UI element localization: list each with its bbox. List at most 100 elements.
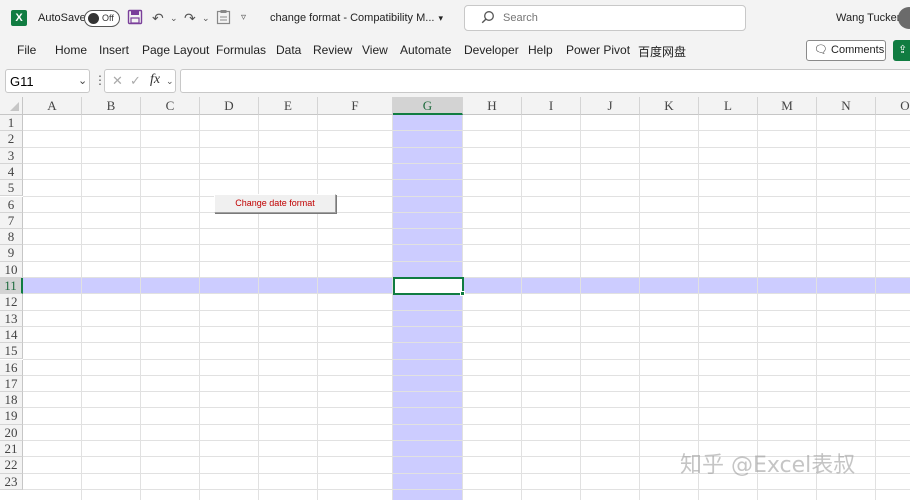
change-date-format-button[interactable]: Change date format bbox=[214, 194, 336, 213]
tab-help[interactable]: Help bbox=[528, 43, 553, 57]
excel-app-icon: X bbox=[11, 10, 27, 26]
row-header-10[interactable]: 10 bbox=[0, 261, 23, 278]
column-header-j[interactable]: J bbox=[581, 97, 640, 115]
row-header-15[interactable]: 15 bbox=[0, 343, 23, 360]
tab-file[interactable]: File bbox=[17, 43, 36, 57]
gridline-vertical bbox=[392, 115, 393, 500]
search-icon bbox=[481, 10, 495, 27]
gridline-horizontal bbox=[23, 195, 910, 197]
column-header-d[interactable]: D bbox=[200, 97, 259, 115]
tab-baidu-netdisk[interactable]: 百度网盘 bbox=[638, 43, 686, 60]
formula-input-box[interactable] bbox=[180, 69, 910, 93]
gridline-horizontal bbox=[23, 277, 910, 278]
comments-button[interactable]: 🗨 Comments bbox=[806, 40, 886, 61]
fill-handle[interactable] bbox=[460, 291, 465, 296]
chevron-down-icon: ▾ bbox=[438, 13, 443, 23]
avatar[interactable] bbox=[898, 7, 910, 29]
customize-toolbar-icon[interactable]: ▿ bbox=[241, 9, 246, 27]
toggle-knob bbox=[88, 13, 99, 24]
row-header-4[interactable]: 4 bbox=[0, 163, 23, 181]
row-header-22[interactable]: 22 bbox=[0, 457, 23, 474]
row-header-8[interactable]: 8 bbox=[0, 229, 23, 246]
column-header-o[interactable]: O bbox=[876, 97, 910, 115]
cancel-icon[interactable]: ✕ bbox=[112, 73, 123, 89]
row-header-18[interactable]: 18 bbox=[0, 392, 23, 409]
column-header-c[interactable]: C bbox=[141, 97, 200, 115]
gridline-horizontal bbox=[23, 162, 910, 164]
selected-row-highlight bbox=[23, 278, 910, 295]
gridline-vertical bbox=[698, 115, 699, 500]
row-header-12[interactable]: 12 bbox=[0, 294, 23, 311]
select-all-corner[interactable] bbox=[0, 97, 23, 115]
tab-insert[interactable]: Insert bbox=[99, 43, 129, 57]
tab-home[interactable]: Home bbox=[55, 43, 87, 57]
gridline-horizontal bbox=[23, 488, 910, 490]
column-header-i[interactable]: I bbox=[522, 97, 581, 115]
selected-column-highlight bbox=[393, 115, 463, 500]
row-header-23[interactable]: 23 bbox=[0, 473, 23, 490]
active-cell[interactable] bbox=[393, 277, 464, 295]
row-header-7[interactable]: 7 bbox=[0, 212, 23, 230]
redo-dropdown-icon[interactable]: ⌄ bbox=[202, 9, 210, 27]
row-header-21[interactable]: 21 bbox=[0, 441, 23, 458]
formula-input[interactable] bbox=[187, 73, 887, 90]
column-header-f[interactable]: F bbox=[318, 97, 393, 115]
name-box[interactable]: ⌄ bbox=[5, 69, 90, 93]
tab-view[interactable]: View bbox=[362, 43, 388, 57]
save-icon[interactable] bbox=[127, 9, 143, 27]
search-box[interactable] bbox=[464, 5, 746, 31]
tab-automate[interactable]: Automate bbox=[400, 43, 451, 57]
row-header-5[interactable]: 5 bbox=[0, 180, 23, 197]
gridline-vertical bbox=[521, 115, 522, 500]
chevron-down-icon[interactable]: ⌄ bbox=[78, 74, 87, 87]
column-header-m[interactable]: M bbox=[758, 97, 817, 115]
row-header-16[interactable]: 16 bbox=[0, 359, 23, 376]
undo-dropdown-icon[interactable]: ⌄ bbox=[170, 9, 178, 27]
name-box-input[interactable] bbox=[10, 73, 72, 90]
row-header-17[interactable]: 17 bbox=[0, 375, 23, 393]
column-header-h[interactable]: H bbox=[463, 97, 522, 115]
tab-data[interactable]: Data bbox=[276, 43, 301, 57]
tab-power-pivot[interactable]: Power Pivot bbox=[566, 43, 630, 57]
column-header-a[interactable]: A bbox=[23, 97, 82, 115]
column-header-n[interactable]: N bbox=[817, 97, 876, 115]
gridline-horizontal bbox=[23, 407, 910, 409]
ribbon-tabs: File Home Insert Page Layout Formulas Da… bbox=[0, 36, 910, 66]
tab-review[interactable]: Review bbox=[313, 43, 352, 57]
row-header-13[interactable]: 13 bbox=[0, 310, 23, 327]
row-header-11[interactable]: 11 bbox=[0, 278, 23, 295]
formula-controls: ✕ ✓ fx ⌄ bbox=[104, 69, 176, 93]
document-title-text: change format - Compatibility M... bbox=[270, 12, 435, 24]
tab-developer[interactable]: Developer bbox=[464, 43, 519, 57]
enter-icon[interactable]: ✓ bbox=[130, 73, 141, 89]
document-title[interactable]: change format - Compatibility M... ▾ bbox=[270, 12, 443, 24]
search-input[interactable] bbox=[503, 10, 733, 26]
tab-page-layout[interactable]: Page Layout bbox=[142, 43, 209, 57]
row-header-19[interactable]: 19 bbox=[0, 408, 23, 425]
row-header-3[interactable]: 3 bbox=[0, 147, 23, 164]
gridline-horizontal bbox=[23, 293, 910, 295]
column-header-b[interactable]: B bbox=[82, 97, 141, 115]
column-header-e[interactable]: E bbox=[259, 97, 318, 115]
share-button[interactable]: ⇪ bbox=[893, 40, 910, 61]
user-name[interactable]: Wang Tucker bbox=[836, 12, 900, 24]
column-header-l[interactable]: L bbox=[699, 97, 758, 115]
gridline-horizontal bbox=[23, 391, 910, 393]
tab-formulas[interactable]: Formulas bbox=[216, 43, 266, 57]
insert-function-icon[interactable]: fx bbox=[150, 72, 160, 88]
row-header-2[interactable]: 2 bbox=[0, 131, 23, 148]
row-header-14[interactable]: 14 bbox=[0, 326, 23, 344]
row-header-20[interactable]: 20 bbox=[0, 424, 23, 441]
row-header-6[interactable]: 6 bbox=[0, 196, 23, 213]
form-icon[interactable] bbox=[216, 9, 231, 27]
row-header-1[interactable]: 1 bbox=[0, 115, 23, 132]
row-header-9[interactable]: 9 bbox=[0, 245, 23, 262]
autosave-toggle[interactable]: Off bbox=[84, 10, 120, 27]
worksheet-grid[interactable]: ABCDEFGHIJKLMNO 1 2 3 4 5 6 7 8 9 10 11 12 13 14 15 16 1… bbox=[0, 97, 910, 500]
column-header-k[interactable]: K bbox=[640, 97, 699, 115]
undo-icon[interactable]: ↶ bbox=[152, 9, 164, 27]
redo-icon[interactable]: ↷ bbox=[184, 9, 196, 27]
chevron-down-icon[interactable]: ⌄ bbox=[166, 76, 174, 87]
autosave-state: Off bbox=[102, 13, 114, 23]
column-header-g[interactable]: G bbox=[393, 97, 463, 115]
